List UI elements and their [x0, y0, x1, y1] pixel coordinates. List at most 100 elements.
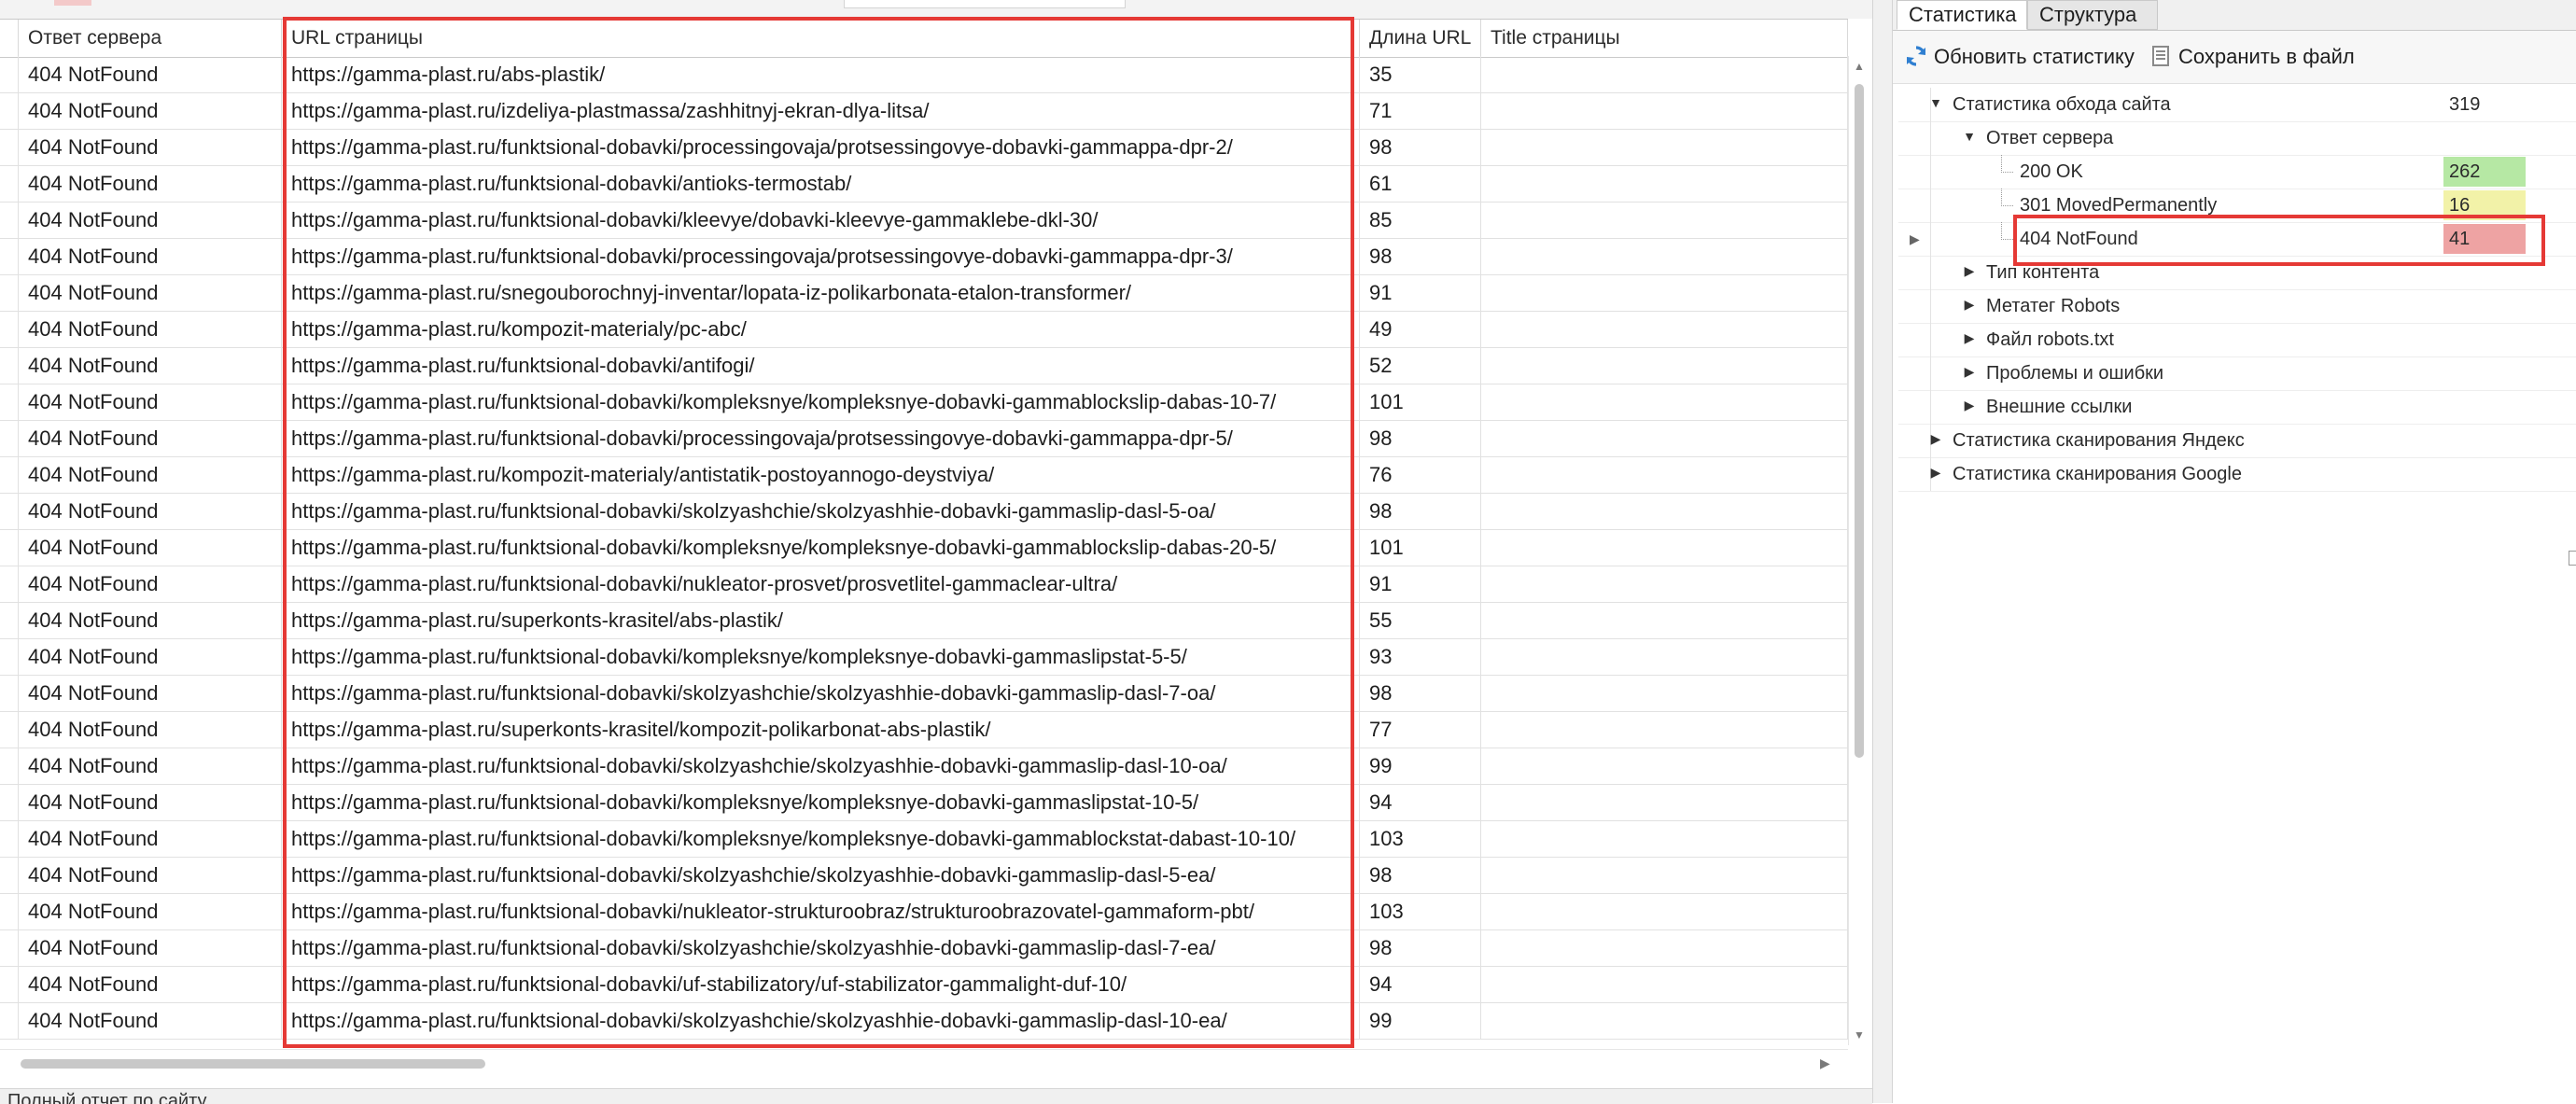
cell-title[interactable]: [1481, 711, 1848, 748]
cell-url[interactable]: https://gamma-plast.ru/funktsional-dobav…: [282, 1002, 1360, 1039]
table-row[interactable]: 404 NotFound https://gamma-plast.ru/funkt…: [0, 384, 1848, 421]
cell-status[interactable]: 404 NotFound: [19, 857, 282, 893]
cell-title[interactable]: [1481, 274, 1848, 311]
cell-title[interactable]: [1481, 493, 1848, 529]
row-selector[interactable]: [0, 347, 19, 384]
row-selector[interactable]: [0, 165, 19, 202]
cell-title[interactable]: [1481, 384, 1848, 420]
cell-url-length[interactable]: 103: [1360, 820, 1481, 857]
cell-url-length[interactable]: 49: [1360, 311, 1481, 347]
tree-node[interactable]: ▶ Статистика сканирования Яндекс: [1898, 424, 2576, 458]
cell-title[interactable]: [1481, 311, 1848, 347]
cell-url-length[interactable]: 98: [1360, 675, 1481, 711]
tree-row-selector[interactable]: [1898, 189, 1931, 222]
cell-title[interactable]: [1481, 238, 1848, 274]
column-header-url-length[interactable]: Длина URL: [1360, 20, 1481, 57]
tree-node[interactable]: ▶ Внешние ссылки: [1898, 390, 2576, 425]
cell-url[interactable]: https://gamma-plast.ru/funktsional-dobav…: [282, 165, 1360, 202]
table-row[interactable]: 404 NotFound https://gamma-plast.ru/funkt…: [0, 893, 1848, 930]
cell-url-length[interactable]: 94: [1360, 784, 1481, 820]
cell-status[interactable]: 404 NotFound: [19, 566, 282, 602]
cell-status[interactable]: 404 NotFound: [19, 820, 282, 857]
row-selector[interactable]: [0, 129, 19, 165]
cell-url[interactable]: https://gamma-plast.ru/funktsional-dobav…: [282, 347, 1360, 384]
horizontal-scroll-thumb[interactable]: [21, 1059, 485, 1069]
cell-title[interactable]: [1481, 129, 1848, 165]
tab-statistics[interactable]: Статистика: [1897, 0, 2027, 30]
tree-row-selector[interactable]: [1898, 424, 1931, 457]
cell-url[interactable]: https://gamma-plast.ru/funktsional-dobav…: [282, 638, 1360, 675]
cell-url-length[interactable]: 77: [1360, 711, 1481, 748]
cell-url-length[interactable]: 76: [1360, 456, 1481, 493]
cell-status[interactable]: 404 NotFound: [19, 784, 282, 820]
table-row[interactable]: 404 NotFound https://gamma-plast.ru/funkt…: [0, 929, 1848, 967]
cell-status[interactable]: 404 NotFound: [19, 929, 282, 966]
cell-status[interactable]: 404 NotFound: [19, 384, 282, 420]
cell-url-length[interactable]: 98: [1360, 420, 1481, 456]
cell-title[interactable]: [1481, 966, 1848, 1002]
row-selector[interactable]: [0, 820, 19, 857]
cell-status[interactable]: 404 NotFound: [19, 456, 282, 493]
row-selector[interactable]: [0, 420, 19, 456]
table-row[interactable]: 404 NotFound https://gamma-plast.ru/funkt…: [0, 857, 1848, 894]
row-selector[interactable]: [0, 638, 19, 675]
cell-status[interactable]: 404 NotFound: [19, 493, 282, 529]
row-selector[interactable]: [0, 311, 19, 347]
cell-url[interactable]: https://gamma-plast.ru/funktsional-dobav…: [282, 820, 1360, 857]
cell-url[interactable]: https://gamma-plast.ru/funktsional-dobav…: [282, 202, 1360, 238]
row-selector[interactable]: [0, 529, 19, 566]
row-selector[interactable]: [0, 274, 19, 311]
row-selector[interactable]: [0, 384, 19, 420]
cell-url[interactable]: https://gamma-plast.ru/funktsional-dobav…: [282, 748, 1360, 784]
cell-title[interactable]: [1481, 202, 1848, 238]
expand-arrow-icon[interactable]: ▶: [1962, 364, 1977, 380]
cell-title[interactable]: [1481, 929, 1848, 966]
cell-title[interactable]: [1481, 165, 1848, 202]
row-selector[interactable]: [0, 784, 19, 820]
row-selector[interactable]: [0, 566, 19, 602]
table-row[interactable]: 404 NotFound https://gamma-plast.ru/funkt…: [0, 820, 1848, 858]
tree-row-selector[interactable]: [1898, 289, 1931, 323]
tree-node[interactable]: ▶ Проблемы и ошибки: [1898, 356, 2576, 391]
cell-title[interactable]: [1481, 92, 1848, 129]
cell-status[interactable]: 404 NotFound: [19, 893, 282, 929]
cell-title[interactable]: [1481, 638, 1848, 675]
cell-url[interactable]: https://gamma-plast.ru/superkonts-krasit…: [282, 602, 1360, 638]
cell-status[interactable]: 404 NotFound: [19, 311, 282, 347]
cell-status[interactable]: 404 NotFound: [19, 202, 282, 238]
cell-url-length[interactable]: 98: [1360, 238, 1481, 274]
vertical-scroll-thumb[interactable]: [1855, 84, 1864, 758]
cell-url-length[interactable]: 99: [1360, 1002, 1481, 1039]
cell-url[interactable]: https://gamma-plast.ru/funktsional-dobav…: [282, 238, 1360, 274]
scroll-up-arrow-icon[interactable]: ▲: [1853, 60, 1866, 73]
cell-url[interactable]: https://gamma-plast.ru/funktsional-dobav…: [282, 566, 1360, 602]
expand-arrow-icon[interactable]: ▶: [1962, 263, 1977, 279]
cell-url[interactable]: https://gamma-plast.ru/funktsional-dobav…: [282, 420, 1360, 456]
tree-row-selector[interactable]: [1898, 356, 1931, 390]
table-row[interactable]: 404 NotFound https://gamma-plast.ru/funkt…: [0, 748, 1848, 785]
cell-status[interactable]: 404 NotFound: [19, 347, 282, 384]
scroll-right-arrow-icon[interactable]: ▶: [1820, 1055, 1830, 1071]
table-row[interactable]: 404 NotFound https://gamma-plast.ru/funkt…: [0, 1002, 1848, 1040]
cell-url-length[interactable]: 101: [1360, 529, 1481, 566]
cell-status[interactable]: 404 NotFound: [19, 92, 282, 129]
cell-url-length[interactable]: 98: [1360, 857, 1481, 893]
expand-arrow-icon[interactable]: ▶: [1962, 297, 1977, 313]
scroll-down-arrow-icon[interactable]: ▼: [1853, 1028, 1866, 1041]
cell-url-length[interactable]: 98: [1360, 929, 1481, 966]
collapse-arrow-icon[interactable]: ▼: [1962, 129, 1977, 144]
row-selector[interactable]: [0, 1002, 19, 1039]
cell-title[interactable]: [1481, 420, 1848, 456]
table-row[interactable]: 404 NotFound https://gamma-plast.ru/funkt…: [0, 966, 1848, 1003]
cell-status[interactable]: 404 NotFound: [19, 274, 282, 311]
cell-url-length[interactable]: 99: [1360, 748, 1481, 784]
row-selector[interactable]: [0, 893, 19, 929]
table-row[interactable]: 404 NotFound https://gamma-plast.ru/funkt…: [0, 202, 1848, 239]
table-row[interactable]: 404 NotFound https://gamma-plast.ru/funkt…: [0, 493, 1848, 530]
cell-title[interactable]: [1481, 456, 1848, 493]
cell-url-length[interactable]: 98: [1360, 493, 1481, 529]
tree-row-selector[interactable]: [1898, 457, 1931, 491]
cell-title[interactable]: [1481, 529, 1848, 566]
cell-title[interactable]: [1481, 1002, 1848, 1039]
cell-title[interactable]: [1481, 347, 1848, 384]
